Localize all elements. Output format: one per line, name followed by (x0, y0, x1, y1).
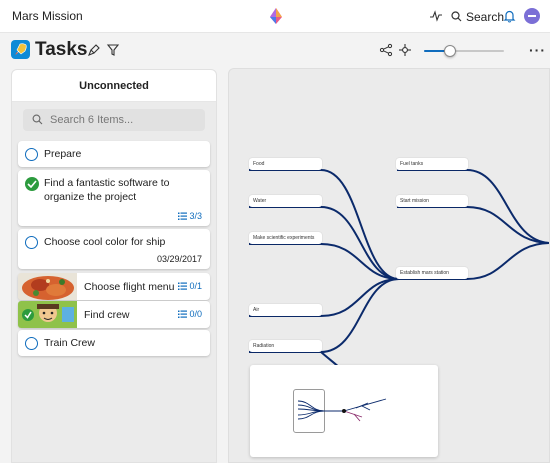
panel-header: Unconnected (12, 70, 216, 102)
subtask-count: 3/3 (178, 211, 202, 221)
map-node[interactable]: Start mission (396, 195, 468, 207)
activity-icon[interactable] (429, 9, 443, 23)
task-title: Train Crew (44, 337, 95, 349)
checkmark-icon[interactable] (25, 177, 39, 191)
list-icon (178, 282, 188, 290)
task-card[interactable]: Choose cool color for ship 03/29/2017 (18, 229, 210, 269)
task-card[interactable]: Train Crew (18, 330, 210, 356)
task-title: Find crew (84, 309, 130, 321)
subtask-count: 0/0 (178, 309, 202, 319)
task-title: Choose flight menu (84, 281, 175, 293)
subtask-count-text: 0/0 (189, 309, 202, 319)
food-image (18, 273, 77, 300)
task-status-circle[interactable] (25, 336, 38, 350)
mind-map-canvas[interactable]: Food Water Make scientific experiments A… (228, 68, 550, 463)
minimap-preview (297, 398, 387, 422)
subtask-count: 0/1 (178, 281, 202, 291)
page-title: Tasks (35, 39, 88, 60)
user-avatar[interactable] (524, 8, 540, 24)
task-card[interactable]: Find crew 0/0 (18, 301, 210, 328)
share-nodes-icon[interactable] (379, 43, 393, 57)
search-button[interactable]: Search (451, 8, 504, 25)
unconnected-panel: Unconnected Prepare Find a fantastic sof… (11, 69, 217, 463)
zoom-slider[interactable] (424, 45, 504, 57)
task-title: Choose cool color for ship (44, 236, 166, 248)
top-bar: Mars Mission Search (0, 0, 550, 33)
task-status-circle[interactable] (25, 147, 38, 161)
task-card[interactable]: Prepare (18, 141, 210, 167)
list-icon (178, 212, 188, 220)
bell-icon[interactable] (503, 9, 516, 23)
task-title: Prepare (44, 148, 82, 160)
minimap[interactable] (250, 365, 438, 457)
map-node[interactable]: Water (249, 195, 322, 207)
map-node[interactable]: Food (249, 158, 322, 170)
task-title: Find a fantastic software to organize th… (44, 177, 170, 203)
search-input[interactable] (50, 112, 200, 128)
panel-body: Prepare Find a fantastic software to org… (12, 102, 216, 462)
due-date: 03/29/2017 (156, 254, 202, 264)
map-node[interactable]: Establish mars station (396, 267, 468, 279)
diamond-logo-icon (270, 8, 282, 24)
rocket-icon (11, 40, 30, 59)
title-bar: Tasks ··· (0, 33, 550, 66)
list-icon (178, 310, 188, 318)
map-node[interactable]: Make scientific experiments (249, 232, 322, 244)
brush-icon[interactable] (87, 43, 101, 57)
map-node[interactable]: Fuel tanks (396, 158, 468, 170)
search-icon (451, 11, 462, 22)
subtask-count-text: 3/3 (189, 211, 202, 221)
task-card[interactable]: Find a fantastic software to organize th… (18, 170, 210, 226)
map-node[interactable]: Radiation (249, 340, 322, 352)
more-icon[interactable]: ··· (529, 42, 546, 58)
map-node[interactable]: Air (249, 304, 322, 316)
subtask-count-text: 0/1 (189, 281, 202, 291)
zoom-slider-thumb[interactable] (443, 45, 456, 57)
task-status-circle[interactable] (25, 236, 38, 249)
app-title: Mars Mission (12, 9, 83, 23)
move-icon[interactable] (398, 43, 412, 57)
search-label: Search (466, 9, 505, 24)
search-field[interactable] (23, 109, 205, 131)
search-icon (32, 114, 43, 125)
crew-image (18, 301, 77, 328)
filter-icon[interactable] (106, 43, 120, 57)
task-card[interactable]: Choose flight menu 0/1 (18, 273, 210, 300)
